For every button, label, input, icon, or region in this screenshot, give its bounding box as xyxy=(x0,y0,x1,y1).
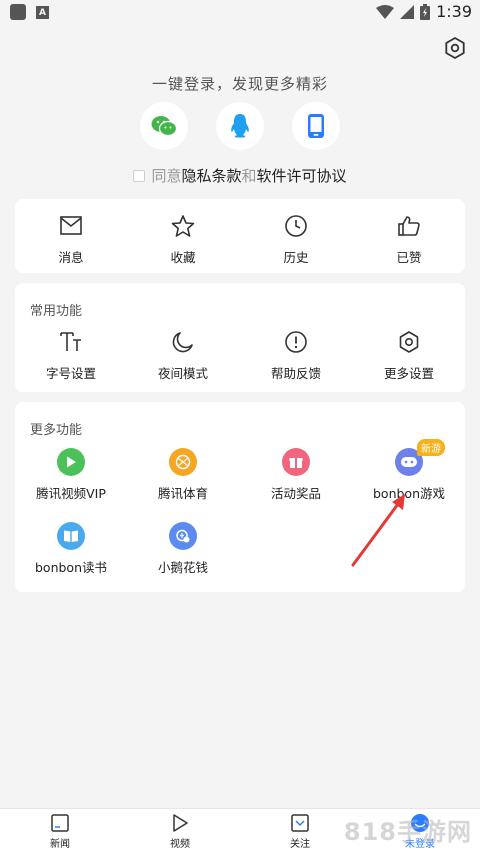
more-label: 腾讯体育 xyxy=(157,486,208,501)
nav-label: 视频 xyxy=(170,839,190,850)
quick-label: 收藏 xyxy=(170,250,196,265)
news-icon xyxy=(51,814,69,832)
notification-app-icon xyxy=(10,4,26,20)
annotation-arrow xyxy=(351,494,405,567)
gift-icon xyxy=(282,448,310,476)
common-label: 夜间模式 xyxy=(157,366,208,381)
font-size-button[interactable]: 字号设置 xyxy=(15,328,127,382)
qq-login-button[interactable] xyxy=(216,102,264,150)
history-button[interactable]: 历史 xyxy=(240,212,352,266)
gamepad-icon: 新游 xyxy=(395,439,445,476)
nav-follow[interactable]: 关注 xyxy=(270,813,330,850)
quick-label: 历史 xyxy=(283,250,309,265)
avatar-icon xyxy=(411,814,429,832)
phone-login-button[interactable] xyxy=(292,102,340,150)
privacy-link[interactable]: 隐私条款 xyxy=(181,165,241,186)
common-label: 更多设置 xyxy=(383,366,434,381)
bottom-navigation: 新闻 视频 关注 未登录 xyxy=(0,808,480,853)
thumbs-up-icon xyxy=(395,212,423,240)
quick-label: 消息 xyxy=(58,250,84,265)
tencent-sports-button[interactable]: 腾讯体育 xyxy=(127,448,239,502)
night-mode-button[interactable]: 夜间模式 xyxy=(127,328,239,382)
nav-video[interactable]: 视频 xyxy=(150,813,210,850)
moon-icon xyxy=(169,328,197,356)
nav-label: 关注 xyxy=(290,839,310,850)
quick-label: 已赞 xyxy=(396,250,422,265)
agreement-checkbox[interactable] xyxy=(133,169,146,182)
hex-settings-icon xyxy=(395,328,423,356)
font-size-icon xyxy=(57,328,85,356)
nav-news[interactable]: 新闻 xyxy=(30,813,90,850)
common-label: 帮助反馈 xyxy=(270,366,321,381)
login-options xyxy=(0,102,480,150)
message-icon xyxy=(57,212,85,240)
nav-label: 未登录 xyxy=(405,839,435,850)
status-time: 1:39 xyxy=(436,2,472,21)
hex-settings-icon xyxy=(445,37,465,59)
battery-icon xyxy=(420,3,431,20)
messages-button[interactable]: 消息 xyxy=(15,212,127,266)
license-link[interactable]: 软件许可协议 xyxy=(257,165,347,186)
nav-label: 新闻 xyxy=(50,839,70,850)
wechat-icon xyxy=(151,116,177,137)
book-icon xyxy=(57,522,85,550)
more-settings-button[interactable]: 更多设置 xyxy=(353,328,465,382)
event-prizes-button[interactable]: 活动奖品 xyxy=(240,448,352,502)
new-game-badge: 新游 xyxy=(417,439,445,456)
wechat-login-button[interactable] xyxy=(140,102,188,150)
more-functions-title: 更多功能 xyxy=(30,423,83,438)
wallet-icon xyxy=(169,522,197,550)
login-prompt: 一键登录，发现更多精彩 xyxy=(151,75,328,93)
help-icon xyxy=(282,328,310,356)
sports-ball-icon xyxy=(169,448,197,476)
bonbon-reading-button[interactable]: bonbon读书 xyxy=(15,522,127,576)
notification-a-icon: A xyxy=(36,6,49,19)
favorites-button[interactable]: 收藏 xyxy=(127,212,239,266)
follow-icon xyxy=(291,814,309,832)
xiaoe-spending-button[interactable]: 小鹅花钱 xyxy=(127,522,239,576)
video-play-icon xyxy=(173,814,188,832)
quick-actions-card: 消息 收藏 历史 已赞 xyxy=(15,199,465,273)
common-label: 字号设置 xyxy=(45,366,96,381)
settings-button[interactable] xyxy=(442,35,468,61)
more-label: 小鹅花钱 xyxy=(157,560,208,575)
more-label: 腾讯视频VIP xyxy=(36,486,106,501)
clock-icon xyxy=(282,212,310,240)
wifi-icon xyxy=(376,4,395,19)
common-functions-card: 常用功能 字号设置 夜间模式 帮助反馈 更多设置 xyxy=(15,283,465,392)
help-feedback-button[interactable]: 帮助反馈 xyxy=(240,328,352,382)
tencent-video-vip-button[interactable]: 腾讯视频VIP xyxy=(15,448,127,502)
signal-icon xyxy=(400,4,415,19)
agreement-and: 和 xyxy=(241,167,257,185)
qq-penguin-icon xyxy=(231,114,249,138)
more-label: bonbon读书 xyxy=(34,560,107,575)
agreement-prefix: 同意 xyxy=(151,167,182,185)
more-label: 活动奖品 xyxy=(270,486,321,501)
common-functions-title: 常用功能 xyxy=(30,304,83,319)
video-vip-icon xyxy=(57,448,85,476)
star-icon xyxy=(169,212,197,240)
phone-icon xyxy=(308,114,324,138)
nav-profile[interactable]: 未登录 xyxy=(390,813,450,850)
agreement-row: 同意 隐私条款 和 软件许可协议 xyxy=(0,165,480,186)
status-bar: A 1:39 xyxy=(0,0,480,26)
liked-button[interactable]: 已赞 xyxy=(353,212,465,266)
